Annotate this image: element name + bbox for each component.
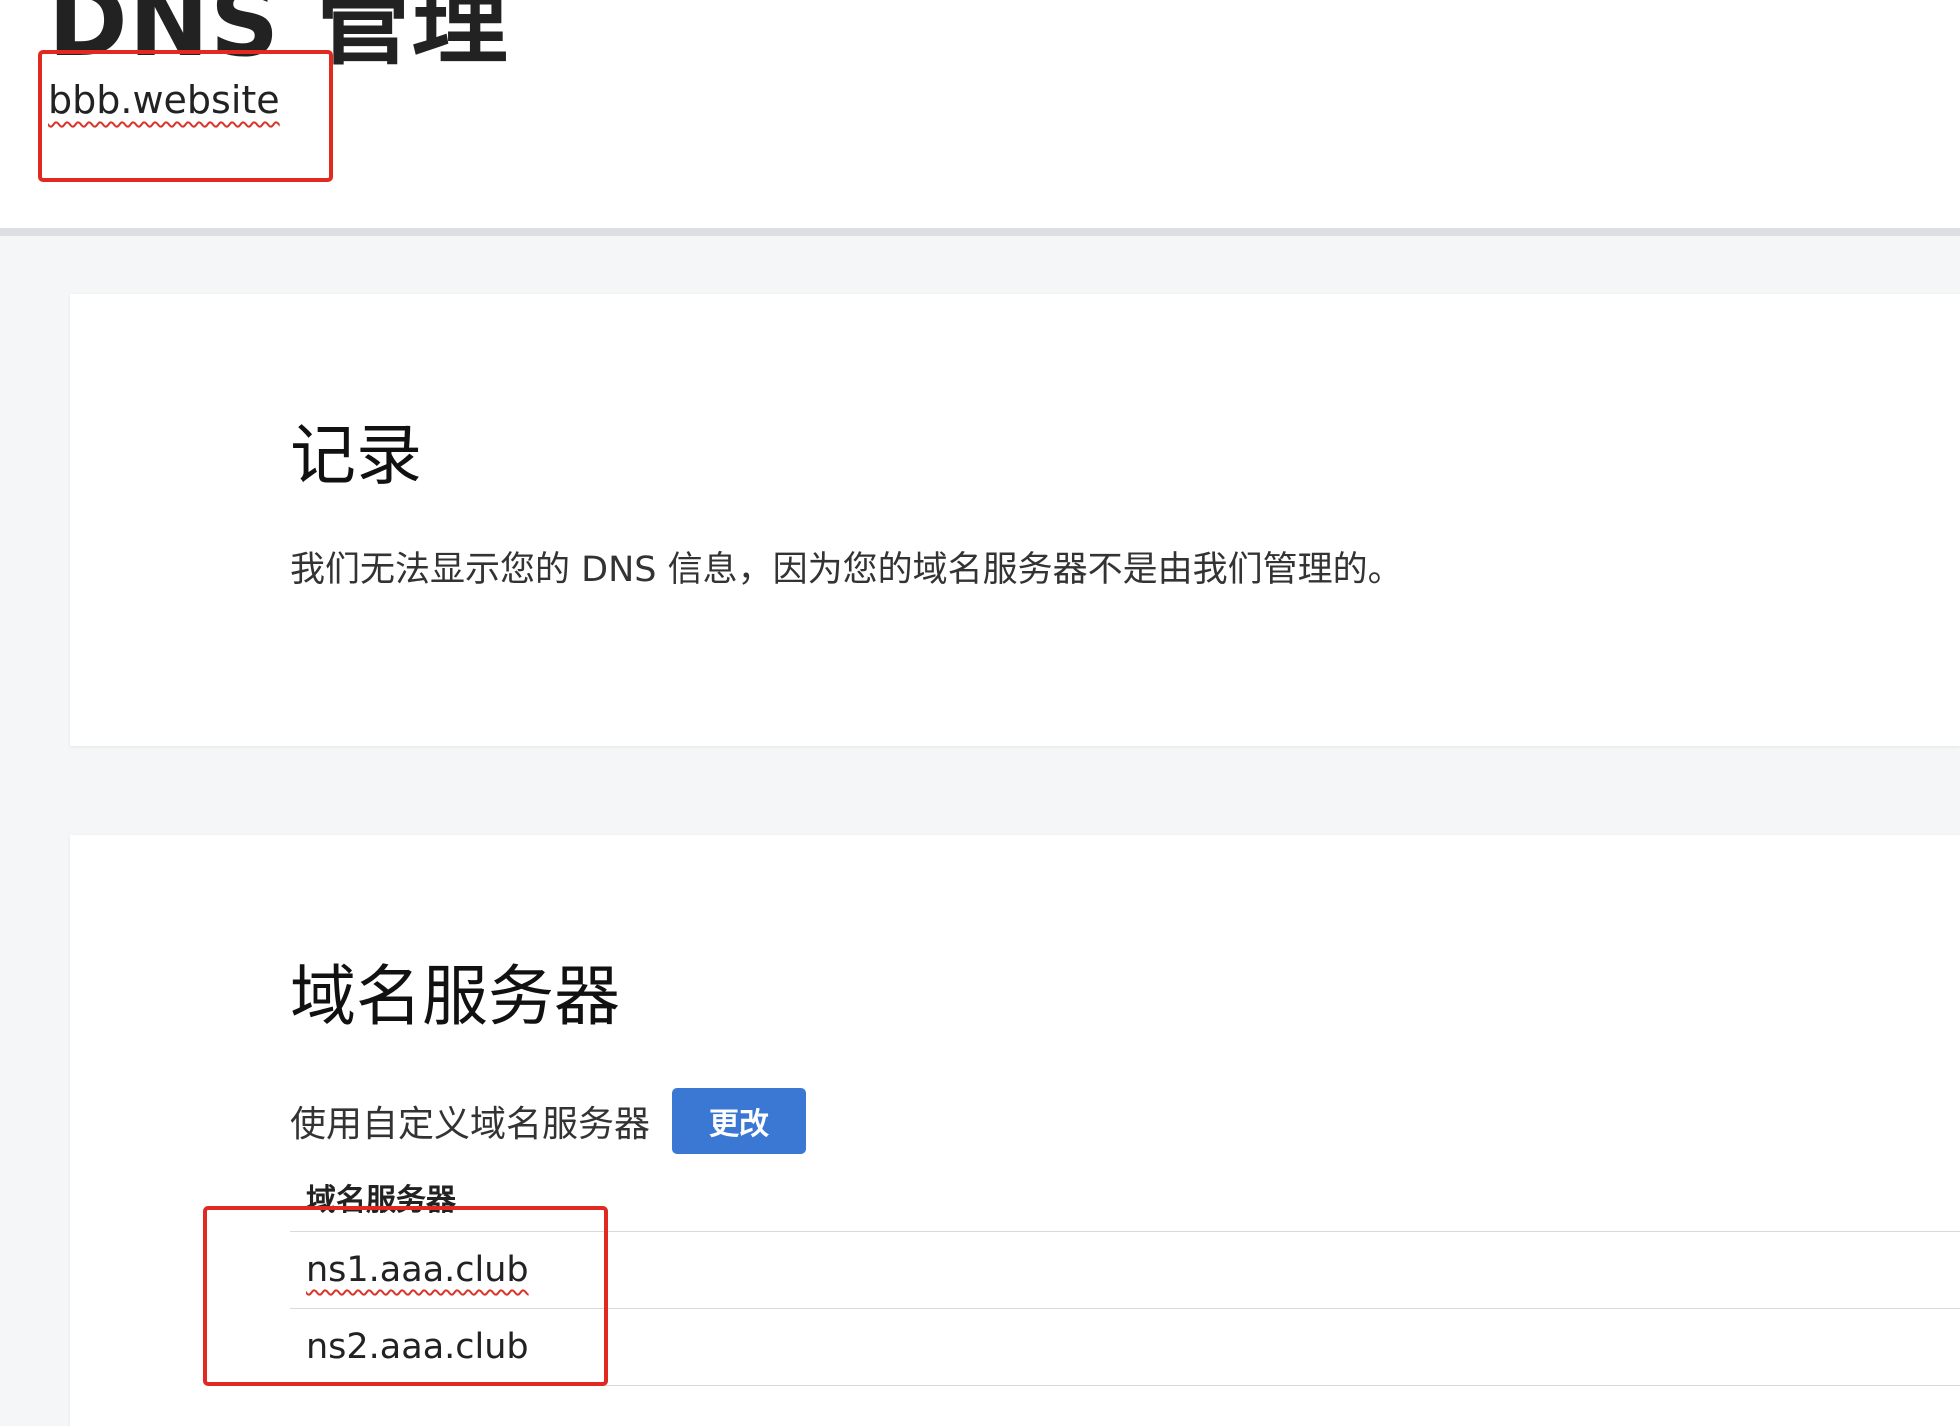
highlight-annotation-nameservers: [203, 1206, 608, 1386]
records-title: 记录: [290, 417, 422, 494]
page-header: DNS 管理 bbb.website: [0, 0, 1960, 236]
records-card: 记录 我们无法显示您的 DNS 信息，因为您的域名服务器不是由我们管理的。: [70, 294, 1960, 746]
records-message: 我们无法显示您的 DNS 信息，因为您的域名服务器不是由我们管理的。: [290, 550, 1403, 590]
custom-nameservers-row: 使用自定义域名服务器 更改: [290, 1088, 807, 1154]
custom-nameservers-label: 使用自定义域名服务器: [290, 1104, 651, 1145]
highlight-annotation-domain: [38, 50, 333, 182]
change-nameservers-button[interactable]: 更改: [672, 1088, 807, 1154]
page: DNS 管理 bbb.website 记录 我们无法显示您的 DNS 信息，因为…: [0, 0, 1960, 1426]
nameservers-title: 域名服务器: [290, 958, 620, 1035]
